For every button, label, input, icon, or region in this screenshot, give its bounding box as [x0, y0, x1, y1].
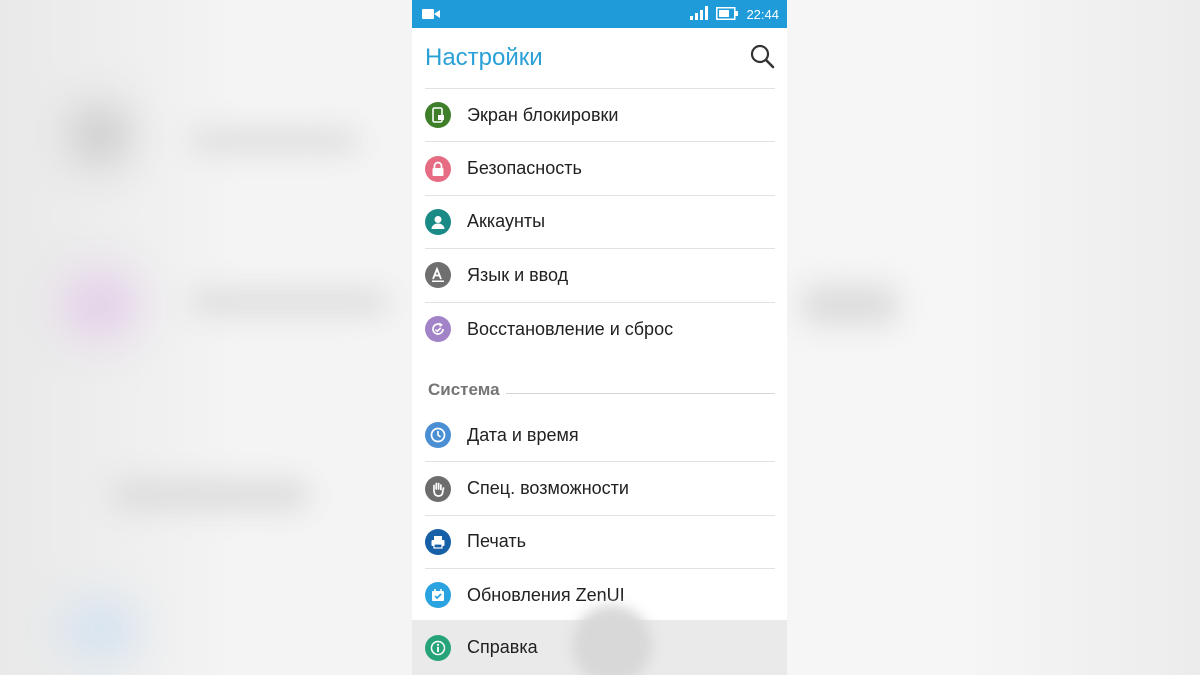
setting-label: Безопасность — [467, 158, 582, 179]
setting-item-lock-screen[interactable]: Экран блокировки — [425, 89, 775, 143]
language-icon — [425, 262, 451, 289]
padlock-icon — [425, 155, 451, 182]
setting-label: Дата и время — [467, 424, 579, 445]
signal-icon — [690, 5, 709, 24]
blurred-bar — [110, 480, 310, 510]
setting-label: Печать — [467, 531, 526, 552]
blurred-bar — [190, 290, 390, 314]
hand-icon — [425, 475, 451, 502]
pressed-highlight: Справка — [412, 605, 787, 675]
blurred-bar — [190, 130, 360, 152]
section-header-system: Система — [425, 356, 775, 409]
setting-item-date-time[interactable]: Дата и время — [425, 409, 775, 463]
blurred-blob — [70, 105, 130, 165]
app-bar: Настройки — [412, 28, 787, 88]
account-icon — [425, 208, 451, 235]
printer-icon — [425, 528, 451, 555]
settings-list-system: Дата и время Спец. возможности Печать Об… — [425, 409, 775, 623]
section-divider — [505, 392, 775, 394]
setting-item-accessibility[interactable]: Спец. возможности — [425, 462, 775, 516]
setting-label: Язык и ввод — [467, 264, 569, 285]
page-title: Настройки — [425, 44, 543, 71]
section-label: Система — [428, 380, 500, 400]
clock-icon — [425, 422, 451, 449]
search-icon — [749, 43, 775, 73]
restore-icon — [425, 316, 451, 343]
update-icon — [425, 582, 451, 609]
blurred-blob — [60, 270, 140, 340]
setting-label: Аккаунты — [467, 211, 546, 232]
blurred-bar — [800, 285, 900, 325]
status-bar: 22:44 — [412, 0, 787, 28]
battery-icon — [716, 5, 739, 24]
setting-item-help[interactable]: Справка — [425, 620, 775, 675]
setting-item-language[interactable]: Язык и ввод — [425, 249, 775, 303]
blurred-blob — [60, 600, 140, 660]
setting-item-accounts[interactable]: Аккаунты — [425, 196, 775, 250]
settings-list-personal: Экран блокировки Безопасность Аккаунты Я… — [425, 88, 775, 356]
phone-screen: 22:44 Настройки Экран блокировки Безопас… — [412, 0, 787, 675]
search-button[interactable] — [747, 43, 777, 73]
status-time: 22:44 — [746, 6, 779, 22]
lock-screen-icon — [425, 102, 451, 129]
setting-label: Восстановление и сброс — [467, 318, 674, 339]
setting-label: Спец. возможности — [467, 478, 629, 499]
info-icon — [425, 634, 451, 661]
setting-item-backup-reset[interactable]: Восстановление и сброс — [425, 303, 775, 356]
setting-item-printing[interactable]: Печать — [425, 516, 775, 570]
setting-item-security[interactable]: Безопасность — [425, 142, 775, 196]
video-camera-icon — [422, 5, 440, 24]
setting-label: Обновления ZenUI — [467, 584, 625, 605]
setting-label: Экран блокировки — [467, 104, 619, 125]
setting-label: Справка — [467, 637, 538, 657]
